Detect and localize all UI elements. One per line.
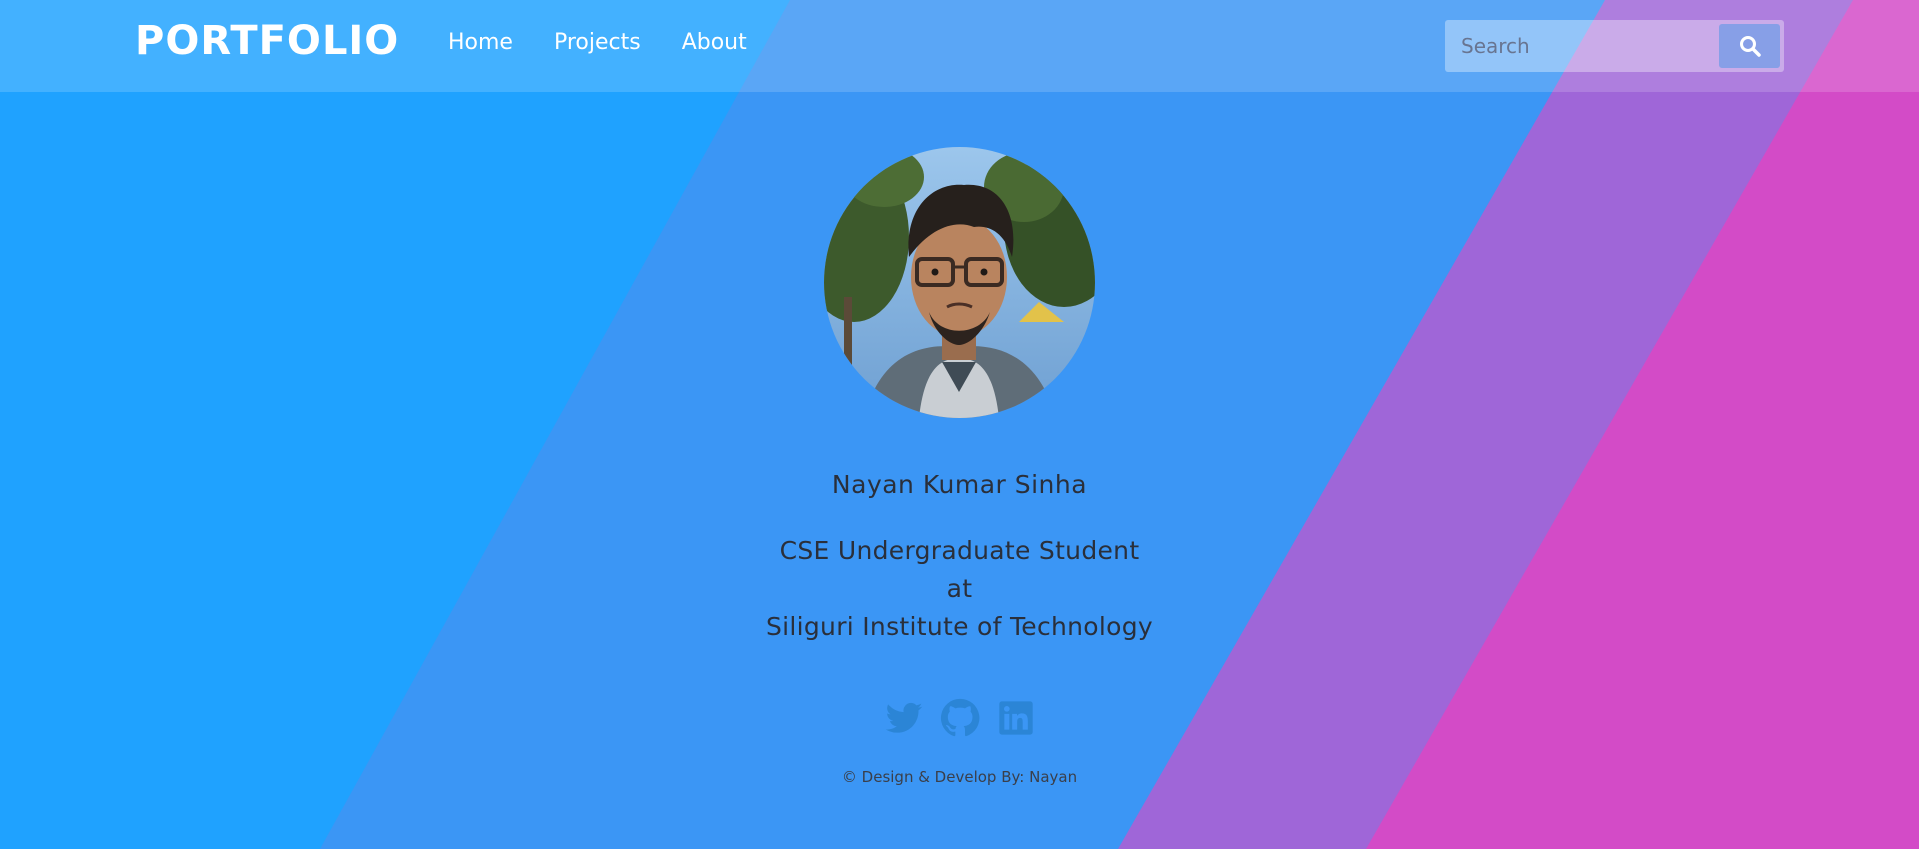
nav-link-about[interactable]: About (682, 30, 747, 55)
search-input[interactable] (1445, 20, 1715, 72)
github-icon[interactable] (940, 698, 980, 738)
navbar: PORTFOLIO Home Projects About (0, 0, 1919, 92)
profile-photo-illustration (824, 147, 1095, 418)
profile-photo (824, 147, 1095, 418)
brand-logo[interactable]: PORTFOLIO (135, 18, 399, 64)
search-box (1445, 20, 1784, 72)
social-links (0, 698, 1919, 738)
linkedin-icon[interactable] (996, 698, 1036, 738)
nav-link-home[interactable]: Home (448, 30, 513, 55)
nav-links: Home Projects About (448, 30, 747, 55)
profile-institution: Siliguri Institute of Technology (765, 612, 1154, 641)
footer-credit: © Design & Develop By: Nayan (841, 768, 1078, 786)
profile-role-at: at (946, 574, 973, 603)
search-icon (1739, 36, 1761, 57)
profile-role: CSE Undergraduate Student (779, 536, 1140, 565)
page: PORTFOLIO Home Projects About Search Nay… (0, 0, 1919, 849)
profile-name: Nayan Kumar Sinha (831, 470, 1088, 499)
search-button[interactable] (1719, 24, 1780, 68)
nav-link-projects[interactable]: Projects (554, 30, 641, 55)
twitter-icon[interactable] (884, 698, 924, 738)
